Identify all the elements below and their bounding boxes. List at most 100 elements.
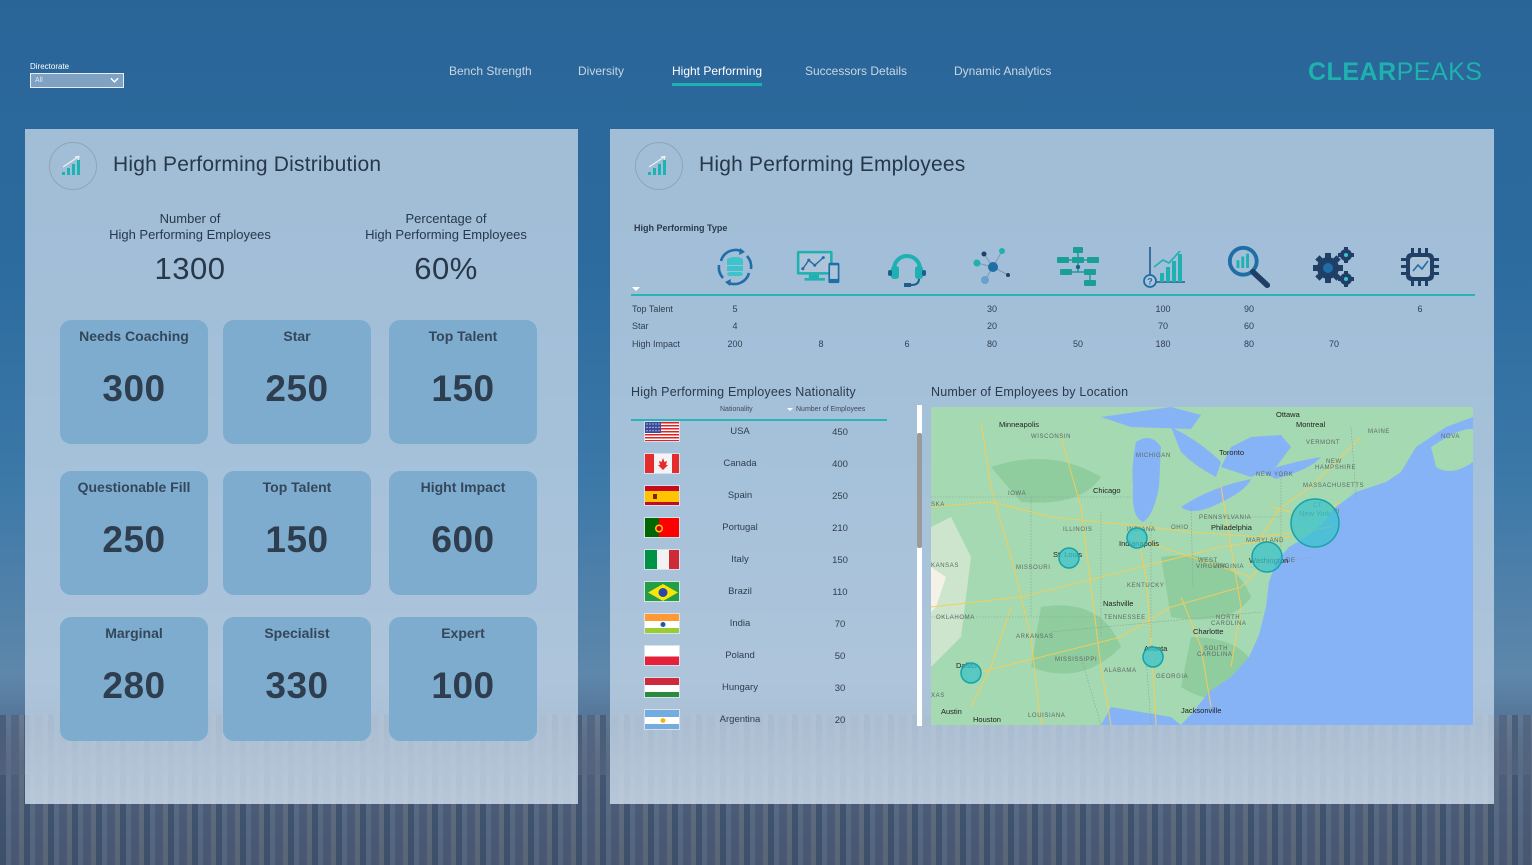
tile-value: 150 [265, 519, 329, 560]
kpi-number-high-performing: Number of High Performing Employees 1300 [60, 211, 320, 287]
column-header-number-of-employees[interactable]: Number of Employees [787, 406, 865, 413]
tile-label: Needs Coaching [79, 328, 189, 344]
brazil-flag-icon [644, 581, 680, 602]
nationality-name: Hungary [722, 682, 758, 693]
tile-label: Marginal [105, 625, 163, 641]
row-label-star: Star [632, 321, 649, 331]
nationality-name: Spain [727, 490, 753, 501]
type-table-cell: 100 [1155, 304, 1171, 314]
svg-text:OHIO: OHIO [1171, 525, 1189, 531]
tab-hight-performing[interactable]: Hight Performing [672, 64, 763, 86]
svg-text:LOUISIANA: LOUISIANA [1028, 713, 1065, 719]
portugal-flag-icon [644, 517, 680, 538]
type-table-cell: 60 [1243, 321, 1254, 331]
kpi-label: Number of High Performing Employees [60, 211, 320, 243]
map-title: Number of Employees by Location [931, 385, 1129, 399]
nationality-name: Canada [723, 458, 757, 469]
svg-text:Houston: Houston [973, 715, 1001, 724]
type-table-cell: 80 [1243, 339, 1254, 349]
svg-text:MAINE: MAINE [1368, 429, 1390, 435]
kpi-label: Percentage of High Performing Employees [316, 211, 576, 243]
nationality-count: 20 [834, 715, 846, 726]
tile-specialist[interactable]: Specialist 330 [223, 617, 371, 741]
tile-value: 330 [265, 665, 329, 706]
tile-value: 250 [265, 368, 329, 409]
india-flag-icon [644, 613, 680, 634]
nationality-count: 400 [832, 459, 848, 470]
svg-text:?: ? [1147, 277, 1153, 287]
svg-text:SKA: SKA [931, 502, 945, 508]
scrollbar-thumb[interactable] [917, 433, 922, 548]
tile-label: Specialist [264, 625, 330, 641]
type-table-cell: 200 [727, 339, 743, 349]
svg-text:MASSACHUSETTS: MASSACHUSETTS [1303, 483, 1364, 489]
map-bubble-indianapolis[interactable] [1126, 527, 1148, 549]
tile-label: Star [283, 328, 311, 344]
svg-text:KENTUCKY: KENTUCKY [1127, 583, 1164, 589]
tab-dynamic-analytics[interactable]: Dynamic Analytics [954, 64, 1051, 78]
type-table-cell: 180 [1155, 339, 1171, 349]
tile-value: 300 [102, 368, 166, 409]
type-table-cell: 80 [986, 339, 997, 349]
column-header-nationality[interactable]: Nationality [720, 406, 753, 413]
magnifier-chart-icon [1226, 244, 1272, 290]
tile-questionable-fill[interactable]: Questionable Fill 250 [60, 471, 208, 595]
svg-text:PENNSYLVANIA: PENNSYLVANIA [1199, 515, 1251, 521]
map-bubble-atlanta[interactable] [1142, 646, 1164, 668]
tile-value: 250 [102, 519, 166, 560]
nationality-name: Poland [725, 650, 755, 661]
tab-successors-details[interactable]: Successors Details [805, 64, 907, 78]
type-table-cell: 20 [986, 321, 997, 331]
tile-star[interactable]: Star 250 [223, 320, 371, 444]
tile-label: Top Talent [428, 328, 498, 344]
map-bubble-dallas[interactable] [960, 662, 982, 684]
tile-hight-impact[interactable]: Hight Impact 600 [389, 471, 537, 595]
svg-text:NOVA: NOVA [1441, 434, 1460, 440]
tile-label: Questionable Fill [77, 479, 191, 495]
tile-marginal[interactable]: Marginal 280 [60, 617, 208, 741]
svg-text:Philadelphia: Philadelphia [1211, 523, 1253, 532]
hungary-flag-icon [644, 677, 680, 698]
kpi-value: 1300 [154, 251, 226, 286]
kpi-value: 60% [414, 251, 478, 286]
svg-text:ALABAMA: ALABAMA [1104, 668, 1137, 674]
type-table-cell: 70 [1328, 339, 1339, 349]
employees-location-map[interactable]: WISCONSINMICHIGAN IOWASKA ILLINOISINDIAN… [931, 407, 1473, 725]
sort-toggle-icon[interactable] [632, 287, 640, 291]
headset-icon [884, 244, 930, 290]
logo-bold: CLEAR [1308, 58, 1397, 86]
tile-expert[interactable]: Expert 100 [389, 617, 537, 741]
type-table-divider [631, 294, 1475, 296]
nationality-count: 50 [834, 651, 846, 662]
panel-title: High Performing Employees [699, 153, 966, 176]
bar-chart-growth-icon [49, 142, 97, 190]
tile-value: 600 [431, 519, 495, 560]
tile-top-talent-2[interactable]: Top Talent 150 [223, 471, 371, 595]
row-label-high-impact: High Impact [632, 339, 681, 349]
tile-needs-coaching[interactable]: Needs Coaching 300 [60, 320, 208, 444]
network-nodes-icon [970, 244, 1016, 290]
nationality-name: Argentina [719, 714, 761, 725]
svg-text:Ottawa: Ottawa [1276, 410, 1301, 419]
nationality-name: Italy [731, 554, 749, 565]
nationality-count: 210 [832, 523, 848, 534]
tile-top-talent[interactable]: Top Talent 150 [389, 320, 537, 444]
map-bubble-st-louis[interactable] [1058, 547, 1080, 569]
nationality-name: Brazil [728, 586, 752, 597]
type-table-title: High Performing Type [634, 223, 728, 233]
map-bubble-washington[interactable] [1251, 541, 1283, 573]
svg-text:OKLAHOMA: OKLAHOMA [936, 615, 975, 621]
svg-text:Charlotte: Charlotte [1193, 627, 1223, 636]
tab-bench-strength[interactable]: Bench Strength [449, 64, 532, 78]
svg-text:Minneapolis: Minneapolis [999, 420, 1039, 429]
svg-text:TENNESSEE: TENNESSEE [1104, 615, 1146, 621]
nationality-name: Portugal [722, 522, 758, 533]
nationality-title: High Performing Employees Nationality [631, 385, 856, 399]
svg-text:KANSAS: KANSAS [931, 563, 959, 569]
bar-chart-growth-icon [635, 142, 683, 190]
map-bubble-new-york[interactable] [1290, 498, 1340, 548]
database-sync-icon [712, 244, 758, 290]
tab-diversity[interactable]: Diversity [578, 64, 624, 78]
type-table-cell: 30 [986, 304, 997, 314]
nationality-name: USA [730, 426, 750, 437]
